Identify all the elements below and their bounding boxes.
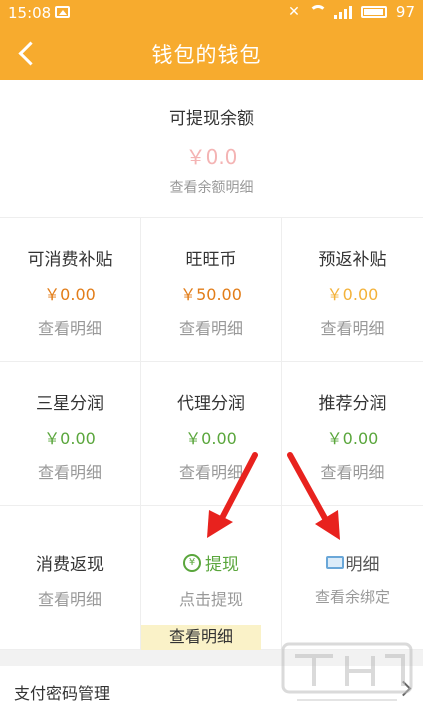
cell-label: 推荐分润 [318, 394, 387, 414]
balance-section: 可提现余额 ￥0.0 查看余额明细 [0, 80, 423, 218]
cell-label: 代理分润 [177, 394, 245, 414]
cell-label: 旺旺币 [185, 250, 237, 270]
bank-card-link[interactable]: 查看余绑定 [282, 586, 423, 607]
cell-label: 消费返现 [36, 555, 104, 575]
yen-coin-icon: ¥ [183, 553, 201, 572]
payment-password-label: 支付密码管理 [14, 684, 111, 703]
bank-card-icon [325, 556, 344, 569]
red-arrow-left [207, 452, 258, 538]
cell-amount: ￥0.00 [44, 429, 96, 448]
cell-detail-link[interactable]: 查看明细 [0, 459, 140, 483]
watermark-logo [281, 642, 413, 701]
battery-icon [360, 6, 387, 18]
grid-cell-subsidy[interactable]: 可消费补贴 ￥0.00 查看明细 [0, 218, 141, 362]
withdraw-label: 提现 [205, 555, 239, 575]
wallet-grid: 可消费补贴 ￥0.00 查看明细 旺旺币 ￥50.00 查看明细 预返补贴 ￥0… [0, 218, 423, 650]
page-title: 钱包的钱包 [151, 43, 262, 67]
cell-detail-link[interactable]: 查看明细 [0, 315, 140, 339]
balance-detail-link[interactable]: 查看余额明细 [0, 177, 423, 197]
balance-label: 可提现余额 [169, 109, 254, 129]
battery-level: 97 [395, 3, 415, 21]
grid-cell-cashback[interactable]: 消费返现 查看明细 [0, 506, 141, 650]
cell-amount: ￥0.00 [185, 429, 237, 448]
cell-detail-link[interactable]: 查看明细 [141, 315, 281, 339]
bank-card-label: 明细 [345, 555, 380, 575]
app-header: 钱包的钱包 [0, 26, 423, 80]
cell-amount: ￥50.00 [180, 285, 242, 304]
mute-icon: ✕ [288, 4, 300, 20]
balance-amount: ￥0.0 [185, 145, 238, 169]
cell-label: 可消费补贴 [27, 250, 113, 270]
wifi-icon [308, 5, 327, 19]
cell-amount: ￥0.00 [326, 285, 379, 304]
cell-amount: ￥0.00 [326, 429, 379, 448]
view-detail-tab[interactable]: 查看明细 [141, 625, 261, 650]
grid-cell-pre-subsidy[interactable]: 预返补贴 ￥0.00 查看明细 [282, 218, 423, 362]
status-icons: ✕ 97 [288, 3, 415, 21]
withdraw-link[interactable]: 点击提现 [141, 586, 281, 610]
image-icon [55, 6, 70, 18]
grid-cell-samsung-share[interactable]: 三星分润 ￥0.00 查看明细 [0, 362, 141, 506]
withdraw-button[interactable]: ¥ 提现 [141, 550, 281, 575]
red-arrow-right [287, 452, 340, 540]
cell-label: 三星分润 [36, 394, 104, 414]
cell-amount: ￥0.00 [44, 285, 96, 304]
bank-card-button[interactable]: 明细 [282, 550, 423, 575]
cell-label: 预返补贴 [318, 250, 387, 270]
cell-detail-link[interactable]: 查看明细 [282, 315, 423, 339]
grid-cell-wangwang-coin[interactable]: 旺旺币 ￥50.00 查看明细 [141, 218, 282, 362]
status-bar: 15:08 ✕ 97 [0, 0, 423, 26]
cell-detail-link[interactable]: 查看明细 [0, 586, 140, 610]
signal-icon [333, 5, 352, 19]
status-time: 15:08 [8, 4, 52, 22]
